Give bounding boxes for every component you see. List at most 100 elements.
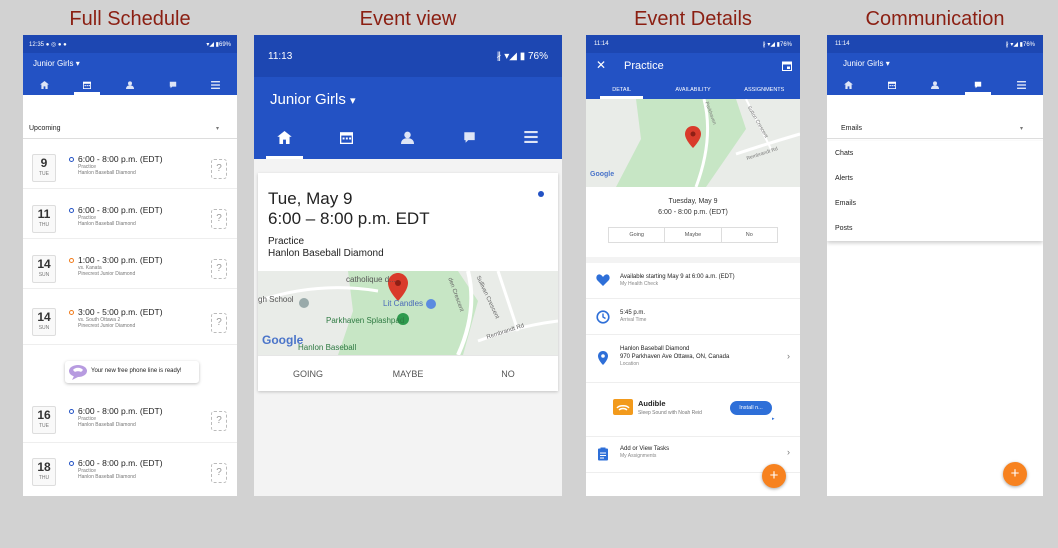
menu-item-posts[interactable]: Posts [827,216,1043,241]
nav-messages[interactable] [957,75,1000,95]
event-info: 3:00 - 5:00 p.m. (EDT) vs. South Ottawa 2… [69,307,163,329]
nav-messages[interactable] [439,115,501,159]
nav-schedule[interactable] [316,115,378,159]
filter-dropdown[interactable]: Upcoming ▾ [23,119,237,139]
arrival-time-row: 5:45 p.m. Arrival Time [586,299,800,335]
ad-install-button[interactable]: Install n... [730,401,772,415]
status-bar: 11:13 ∦ ▾◢ ▮ 76% [254,35,562,77]
ad-choices-icon[interactable]: ▸ [772,416,775,422]
add-fab-button[interactable]: + [762,464,786,488]
event-time: 6:00 - 8:00 p.m. (EDT) [78,458,163,468]
full-schedule-title: Full Schedule [69,8,191,30]
no-button[interactable]: No [722,228,777,242]
phone-full-schedule: 12:35 ● ◎ ● ● ▾◢ ▮69% Junior Girls ▾ Upc… [23,35,237,496]
chevron-down-icon: ▾ [885,59,890,68]
event-location: Hanlon Baseball Diamond [78,474,136,480]
promo-text: Your new free phone line is ready! [91,368,182,374]
add-fab-button[interactable]: + [1003,462,1027,486]
event-card[interactable]: Tue, May 9 6:00 – 8:00 p.m. EDT Practice… [258,173,558,391]
clock-icon [596,310,610,324]
team-selector[interactable]: Junior Girls ▾ [827,53,1043,75]
detail-time: 6:00 - 8:00 p.m. (EDT) [658,209,728,216]
map-label-candles: Lit Candles [383,299,424,308]
team-selector[interactable]: Junior Girls ▾ [23,53,237,75]
nav-bar [827,75,1043,95]
nav-menu[interactable] [194,75,237,95]
event-time: 6:00 – 8:00 p.m. EDT [268,209,430,228]
filter-dropdown[interactable]: Emails ▾ [827,119,1043,139]
status-time: 11:13 [268,50,293,62]
rsvp-unknown-button[interactable]: ? [211,259,227,279]
event-row[interactable]: 9 TUE 6:00 - 8:00 p.m. (EDT) Practice Hanlo… [23,147,237,189]
rsvp-unknown-button[interactable]: ? [211,159,227,179]
event-date: 18 THU [32,458,56,486]
team-name: Junior Girls [843,59,884,68]
bluetooth-icon: ∦ [1005,41,1009,48]
nav-messages[interactable] [151,75,194,95]
nav-roster[interactable] [109,75,152,95]
rsvp-unknown-button[interactable]: ? [211,209,227,229]
tab-assignments[interactable]: ASSIGNMENTS [729,81,800,99]
event-location: Hanlon Baseball Diamond [268,248,384,259]
rsvp-unknown-button[interactable]: ? [211,313,227,333]
event-info: 6:00 - 8:00 p.m. (EDT) Practice Hanlon Bas… [69,458,163,480]
rsvp-unknown-button[interactable]: ? [211,411,227,431]
status-bar: 11:14 ∦ ▾◢ ▮76% [586,35,800,53]
chevron-right-icon: › [787,351,790,361]
menu-item-alerts[interactable]: Alerts [827,166,1043,191]
nav-schedule[interactable] [66,75,109,95]
maybe-button[interactable]: Maybe [665,228,722,242]
going-button[interactable]: GOING [258,356,358,391]
signal-icon: ▾◢ [206,41,214,48]
calendar-add-icon[interactable] [782,61,792,71]
ad-banner[interactable]: Audible Sleep Sound with Noah Reid Insta… [586,383,800,437]
event-row[interactable]: 14 SUN 3:00 - 5:00 p.m. (EDT) vs. South Ot… [23,299,237,345]
event-location: Hanlon Baseball Diamond [78,221,136,227]
event-date: 14 SUN [32,255,56,283]
event-row[interactable]: 18 THU 6:00 - 8:00 p.m. (EDT) Practice Hanl… [23,449,237,495]
promo-banner[interactable]: Your new free phone line is ready! [65,361,199,383]
tab-availability[interactable]: AVAILABILITY [657,81,728,99]
arrival-time-label: Arrival Time [620,317,647,323]
event-info: 6:00 - 8:00 p.m. (EDT) Practice Hanlon Bas… [69,154,163,176]
detail-date: Tuesday, May 9 [668,198,718,205]
event-dot-icon [69,461,74,467]
nav-home[interactable] [23,75,66,95]
google-logo: Google [590,171,615,178]
tab-detail[interactable]: DETAIL [586,81,657,99]
event-location: Hanlon Baseball Diamond [78,422,136,428]
event-row[interactable]: 14 SUN 1:00 - 3:00 p.m. (EDT) vs. Kanata Pi… [23,247,237,289]
nav-menu[interactable] [500,115,562,159]
event-dot-icon [69,409,74,415]
menu-item-chats[interactable]: Chats [827,141,1043,166]
location-map[interactable]: Google Sutton Crescent Rembrandt Rd Park… [586,99,800,187]
map-label-baseball: Hanlon Baseball [298,343,357,352]
close-icon[interactable]: ✕ [596,58,606,72]
event-date: Tue, May 9 [268,189,353,208]
team-selector[interactable]: Junior Girls ▾ [254,77,562,115]
nav-schedule[interactable] [870,75,913,95]
location-map[interactable]: catholique d... gh School Lit Candles Pa… [258,271,558,355]
event-info: 6:00 - 8:00 p.m. (EDT) Practice Hanlon Bas… [69,205,163,227]
event-row[interactable]: 11 THU 6:00 - 8:00 p.m. (EDT) Practice Hanl… [23,197,237,239]
menu-item-emails[interactable]: Emails [827,191,1043,216]
chevron-down-icon: ▾ [350,95,356,107]
nav-roster[interactable] [913,75,956,95]
event-dot-icon [69,208,74,214]
nav-home[interactable] [254,115,316,159]
person-icon [125,81,134,89]
health-check-row[interactable]: Available starting May 9 at 6:00 a.m. (E… [586,263,800,299]
chat-bubble-icon [169,81,176,89]
going-button[interactable]: Going [609,228,666,242]
calendar-icon [339,131,353,144]
event-row[interactable]: 16 TUE 6:00 - 8:00 p.m. (EDT) Practice Hanl… [23,397,237,443]
location-row[interactable]: Hanlon Baseball Diamond 970 Parkhaven Ave… [586,335,800,383]
rsvp-unknown-button[interactable]: ? [211,463,227,483]
no-button[interactable]: NO [458,356,558,391]
filter-value: Emails [841,125,863,132]
nav-home[interactable] [827,75,870,95]
event-location: Pinecrest Junior Diamond [78,271,136,277]
nav-roster[interactable] [377,115,439,159]
nav-menu[interactable] [1000,75,1043,95]
maybe-button[interactable]: MAYBE [358,356,458,391]
